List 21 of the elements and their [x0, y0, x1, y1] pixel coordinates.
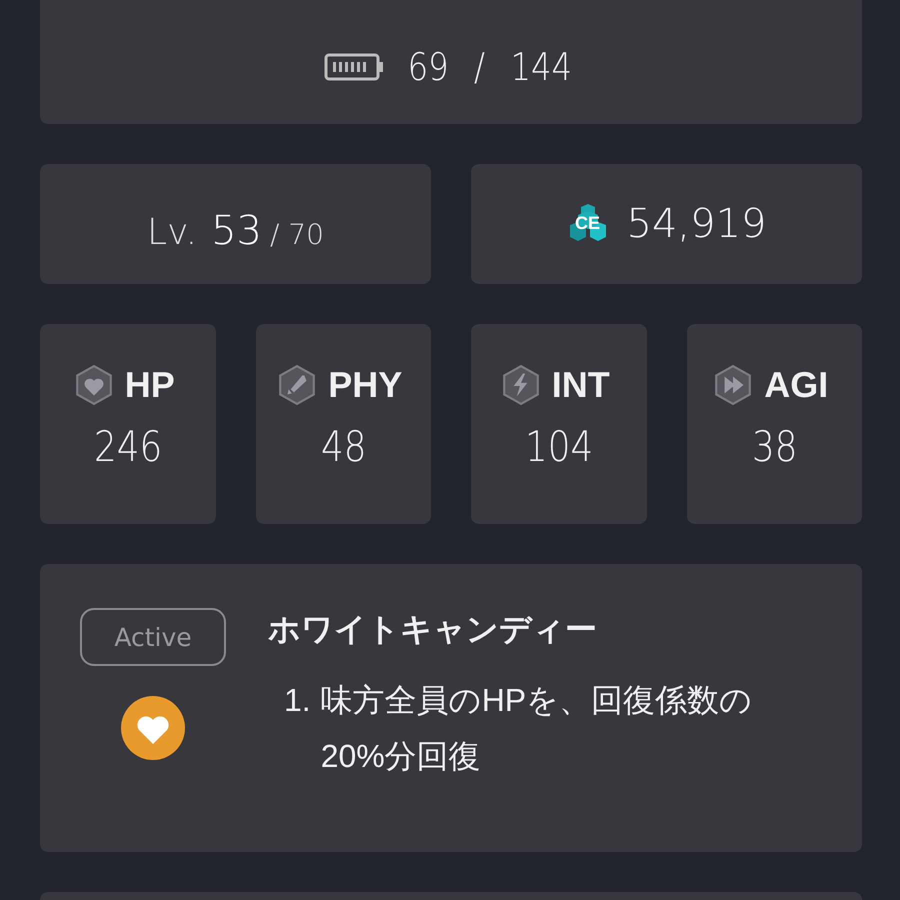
stamina-max: 144 — [510, 45, 572, 89]
stat-value: 246 — [94, 422, 162, 471]
level-max: / 70 — [270, 218, 324, 251]
effect-text: 味方全員のHPを、回復係数の20%分回復 — [320, 681, 754, 776]
stat-label: HP — [124, 364, 175, 406]
power-value: 54,919 — [626, 201, 766, 247]
stat-value: 38 — [752, 422, 797, 471]
power-badge: CE — [566, 203, 609, 245]
stat-label: INT — [552, 364, 610, 406]
level-prefix: Lv. — [147, 212, 198, 253]
level-value: 53 — [211, 208, 262, 254]
stat-value: 104 — [524, 422, 593, 471]
stat-label: AGI — [764, 364, 828, 406]
skill-type-badge: Active — [80, 608, 226, 666]
stat-value: 48 — [320, 422, 366, 471]
list-number: 1. — [284, 681, 311, 720]
stat-label: PHY — [328, 364, 402, 406]
stamina-current: 69 — [408, 45, 449, 89]
battery-icon — [324, 53, 384, 81]
stamina-separator: / — [473, 45, 484, 89]
skill-name: ホワイトキャンディー — [268, 610, 598, 649]
